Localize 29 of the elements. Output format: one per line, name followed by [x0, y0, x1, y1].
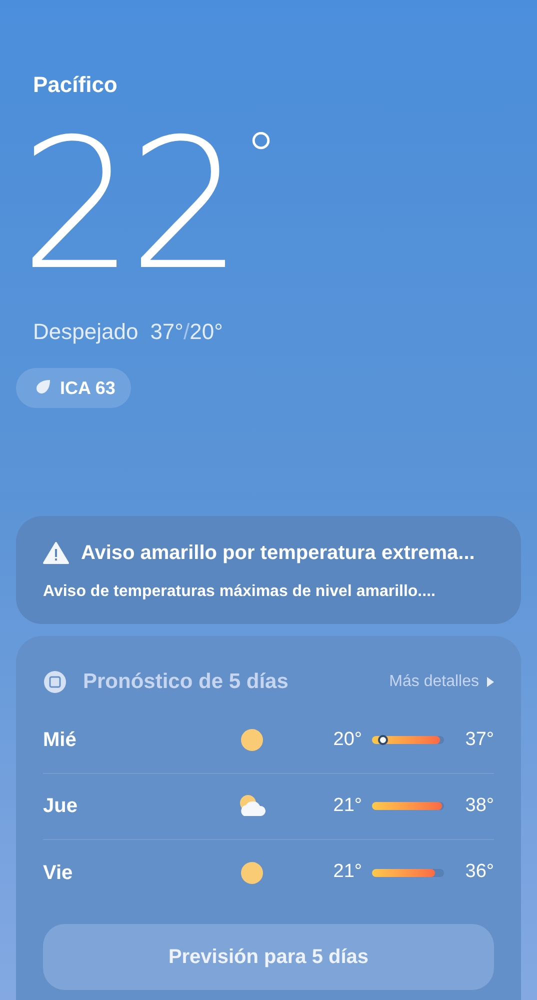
day-label: Mié: [43, 728, 78, 753]
low-temperature: 21°: [332, 860, 362, 884]
forecast-button[interactable]: Previsión para 5 días: [43, 924, 494, 990]
alert-card[interactable]: Aviso amarillo por temperatura extrema... Aviso de temperaturas máximas de nivel amarillo....: [16, 516, 521, 624]
low-temperature: 20°: [190, 318, 223, 346]
high-temperature: 37°: [464, 728, 494, 752]
high-temperature: 38°: [464, 794, 494, 818]
high-temperature: 36°: [464, 860, 494, 884]
alert-title: Aviso amarillo por temperatura extrema...: [81, 541, 475, 566]
forecast-title: Pronóstico de 5 días: [83, 669, 288, 695]
low-temperature: 21°: [332, 794, 362, 818]
alert-text: Aviso de temperaturas máximas de nivel amarillo....: [43, 582, 436, 602]
temperature-value: 22: [20, 121, 238, 291]
calendar-icon: [43, 670, 67, 694]
warning-icon: [43, 542, 69, 564]
location-title: Pacífico: [33, 71, 118, 99]
more-details-link[interactable]: Más detalles: [389, 670, 494, 694]
day-label: Vie: [43, 860, 74, 886]
low-temperature: 20°: [332, 728, 362, 752]
sun-icon: [240, 860, 264, 884]
condition-label: Despejado: [33, 318, 138, 346]
aqi-badge[interactable]: ICA 63: [16, 368, 132, 408]
degree-symbol: °: [245, 127, 278, 187]
day-label: Jue: [43, 794, 78, 819]
sun-cloud-icon: [237, 794, 267, 818]
sun-icon: [240, 728, 264, 752]
separator: /: [183, 318, 190, 346]
high-temperature: 37°: [150, 318, 184, 346]
caret-icon: [487, 676, 494, 687]
